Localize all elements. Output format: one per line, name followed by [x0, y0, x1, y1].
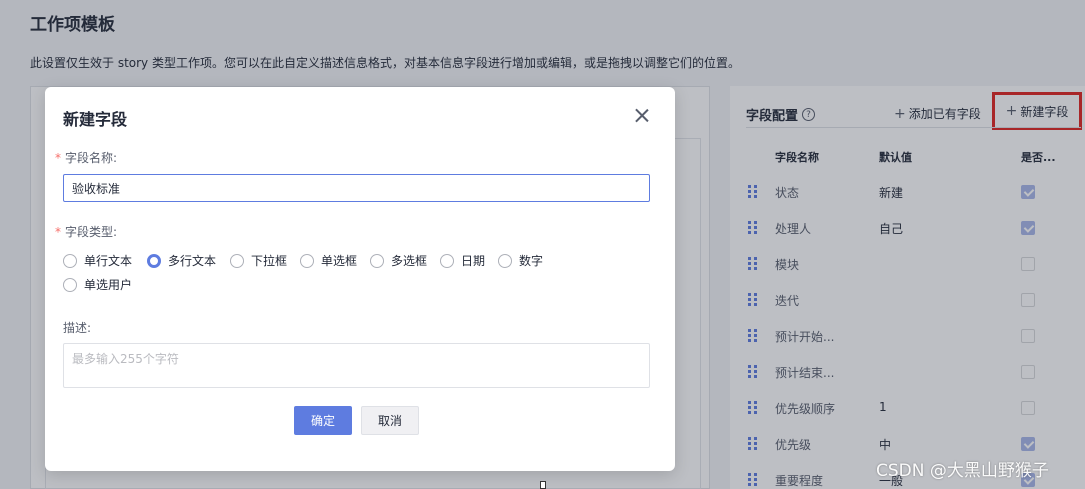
radio-icon [63, 277, 77, 292]
field-type-option-label: 下拉框 [251, 254, 288, 268]
field-type-option-label: 日期 [461, 254, 486, 268]
radio-icon [300, 253, 314, 268]
field-type-option[interactable]: 多行文本 [147, 252, 216, 269]
field-name-label-text: 字段名称: [65, 151, 118, 165]
field-type-option-label: 单选用户 [84, 278, 133, 292]
watermark: CSDN @大黑山野猴子 [876, 461, 1049, 481]
dialog-title: 新建字段 [63, 110, 128, 129]
radio-icon [147, 253, 161, 268]
radio-icon [230, 253, 244, 268]
field-type-option[interactable]: 单选用户 [63, 276, 132, 293]
field-type-option[interactable]: 单选框 [300, 252, 357, 269]
field-type-option[interactable]: 单行文本 [63, 252, 132, 269]
field-type-option[interactable]: 多选框 [370, 252, 427, 269]
field-name-label: * 字段名称: [55, 149, 117, 166]
field-type-option-label: 多选框 [391, 254, 428, 268]
field-type-label: * 字段类型: [55, 223, 117, 240]
description-label: 描述: [63, 321, 92, 335]
required-star: * [55, 225, 61, 239]
radio-icon [63, 253, 77, 268]
cancel-button[interactable]: 取消 [361, 406, 419, 435]
radio-icon [370, 253, 384, 268]
field-type-label-text: 字段类型: [65, 225, 118, 239]
field-name-input[interactable] [63, 174, 650, 202]
text-cursor-icon [540, 481, 546, 489]
field-type-option-label: 多行文本 [168, 254, 217, 268]
description-textarea[interactable] [63, 343, 650, 388]
field-type-option[interactable]: 下拉框 [230, 252, 287, 269]
field-type-option[interactable]: 日期 [440, 252, 485, 269]
radio-icon [440, 253, 454, 268]
new-field-dialog: 新建字段 * 字段名称: * 字段类型: 单行文本 多行文本 下拉框 单选框 多选框 日期 数字… [45, 87, 675, 471]
field-type-option-label: 数字 [519, 254, 544, 268]
close-icon[interactable] [631, 105, 653, 127]
confirm-button[interactable]: 确定 [294, 406, 352, 435]
field-type-option-label: 单行文本 [84, 254, 133, 268]
field-type-option-label: 单选框 [321, 254, 358, 268]
radio-icon [498, 253, 512, 268]
field-type-option[interactable]: 数字 [498, 252, 543, 269]
required-star: * [55, 151, 61, 165]
